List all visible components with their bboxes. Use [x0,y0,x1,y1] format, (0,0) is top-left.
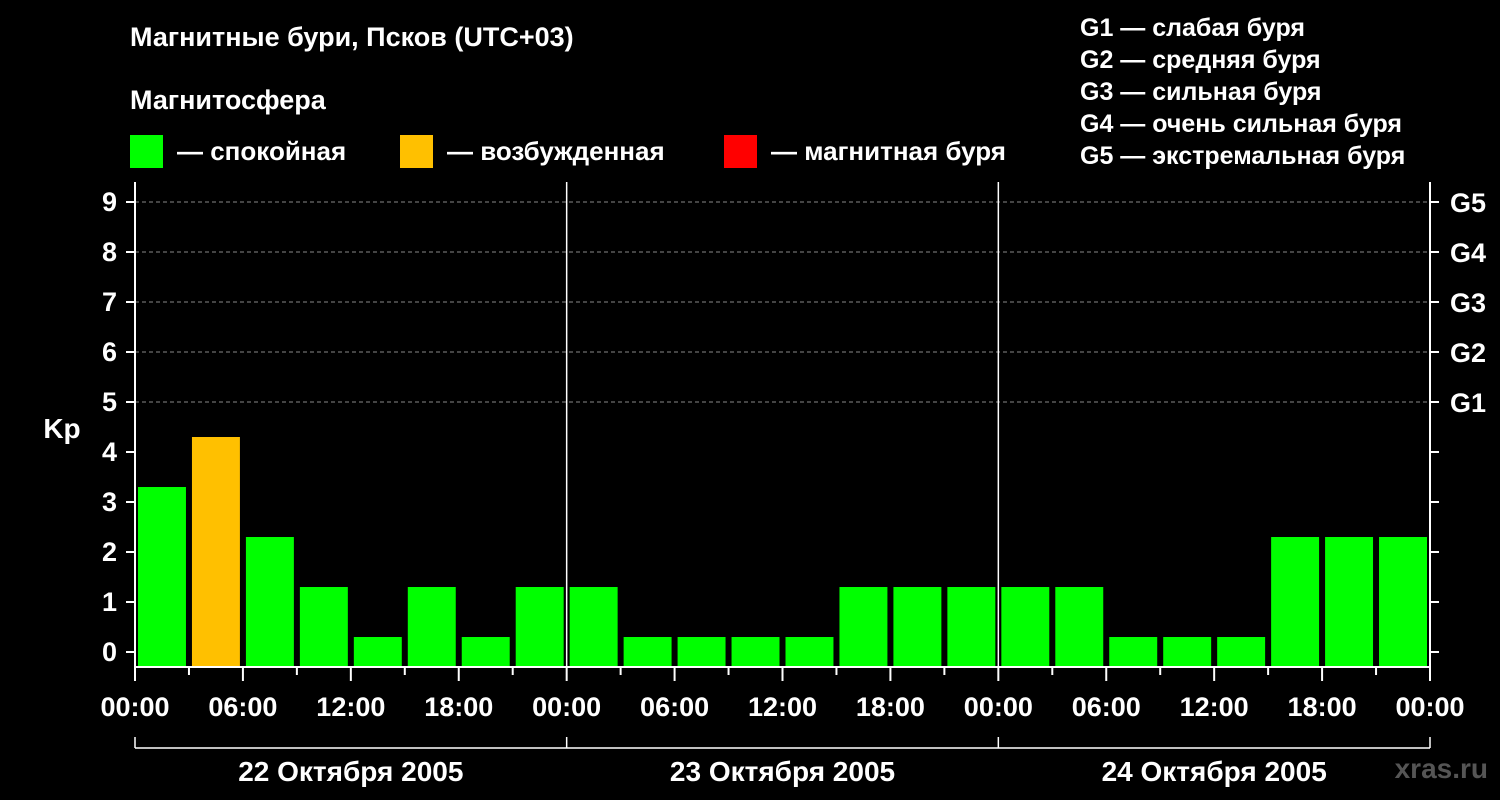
g-level-label: G1 [1450,388,1486,418]
kp-bar [299,587,348,667]
x-tick-label: 06:00 [1072,692,1141,722]
g-level-label: G2 [1450,338,1486,368]
x-tick-label: 00:00 [1395,692,1464,722]
kp-bar [947,587,996,667]
kp-bar [569,587,618,667]
x-tick-label: 00:00 [100,692,169,722]
kp-bar [1217,637,1266,667]
kp-bar [1109,637,1158,667]
x-tick-label: 06:00 [640,692,709,722]
y-tick-label: 4 [102,437,117,467]
kp-bar [1379,537,1427,667]
x-tick-label: 00:00 [964,692,1033,722]
y-tick-label: 1 [102,587,117,617]
kp-bar [623,637,672,667]
g-level-label: G5 [1450,188,1486,218]
kp-bar [191,437,240,667]
y-tick-label: 2 [102,537,117,567]
day-label: 22 Октября 2005 [238,756,463,787]
g-level-label: G3 [1450,288,1486,318]
kp-bar [1163,637,1212,667]
kp-bar [893,587,942,667]
y-tick-label: 3 [102,487,117,517]
y-tick-label: 6 [102,337,117,367]
kp-bar [138,487,186,667]
x-tick-label: 18:00 [1288,692,1357,722]
kp-bar [677,637,726,667]
watermark: xras.ru [1394,753,1488,784]
kp-bar [1271,537,1320,667]
x-tick-label: 00:00 [532,692,601,722]
x-tick-label: 12:00 [1180,692,1249,722]
kp-bar [407,587,456,667]
kp-bar [1001,587,1050,667]
x-tick-label: 12:00 [748,692,817,722]
kp-chart: 0 1 2 3 4 5 6 7 8 9 G1 G2 G3 G4 G5 00:00 06:00 12:00 18:00… [43,182,1486,787]
y-tick-label: 0 [102,637,117,667]
kp-bar [839,587,888,667]
x-tick-label: 06:00 [208,692,277,722]
y-tick-label: 5 [102,387,117,417]
kp-bar [1055,587,1104,667]
kp-bar [785,637,834,667]
kp-bar [1325,537,1374,667]
kp-bar [245,537,294,667]
y-tick-label: 8 [102,237,117,267]
day-label: 24 Октября 2005 [1102,756,1327,787]
kp-bar [461,637,510,667]
day-label: 23 Октября 2005 [670,756,895,787]
kp-bar [731,637,780,667]
y-axis-label: Kp [43,413,80,444]
y-tick-label: 9 [102,187,117,217]
x-tick-label: 12:00 [316,692,385,722]
y-tick-label: 7 [102,287,117,317]
kp-bar [353,637,402,667]
g-level-label: G4 [1450,238,1486,268]
kp-bar [515,587,564,667]
x-tick-label: 18:00 [424,692,493,722]
x-tick-label: 18:00 [856,692,925,722]
